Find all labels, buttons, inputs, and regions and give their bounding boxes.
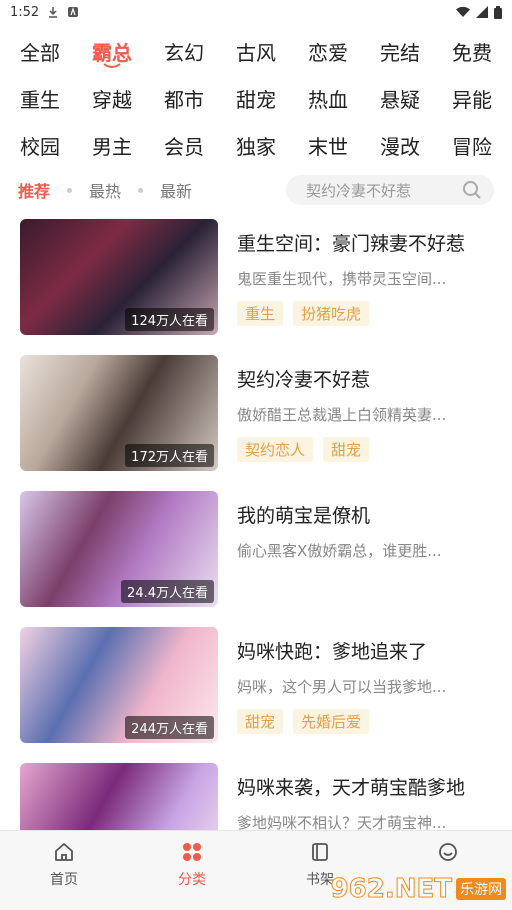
comic-tag: 契约恋人 [237,437,314,462]
status-bar: 1:52 [0,0,512,24]
view-count-badge: 244万人在看 [125,716,214,739]
comic-card[interactable]: 124万人在看 重生空间：豪门辣妻不好惹 鬼医重生现代，携带灵玉空间... 重生… [0,219,512,355]
comic-description: 傲娇醋王总裁遇上白领精英妻... [237,406,447,424]
category-item[interactable]: 热血 [292,75,364,122]
comic-title[interactable]: 妈咪来袭，天才萌宝酷爹地 [237,773,492,800]
tab-category-label: 分类 [178,871,206,888]
tab-category[interactable]: 分类 [128,831,256,910]
watermark-text: 乐游网 [456,878,506,900]
watermark-logo: 962.NET 乐游网 [330,874,506,905]
comic-cover[interactable]: 24.4万人在看 [20,491,218,607]
sort-hot-tab[interactable]: 最热 [89,178,121,202]
comic-title[interactable]: 重生空间：豪门辣妻不好惹 [237,229,492,256]
comic-list: 124万人在看 重生空间：豪门辣妻不好惹 鬼医重生现代，携带灵玉空间... 重生… [0,219,512,899]
comic-tag: 重生 [237,301,284,326]
category-item[interactable]: 异能 [436,75,508,122]
category-item[interactable]: 末世 [292,122,364,169]
separator-dot [138,187,144,193]
sort-recommend-tab[interactable]: 推荐 [18,178,50,202]
comic-description: 鬼医重生现代，携带灵玉空间... [237,270,447,288]
comic-tag: 扮猪吃虎 [293,301,370,326]
category-item[interactable]: 免费 [436,28,508,75]
category-item[interactable]: 会员 [148,122,220,169]
book-icon [312,842,328,861]
signal-icon [476,6,488,18]
category-item[interactable]: 重生 [4,75,76,122]
comic-tag: 先婚后爱 [293,709,370,734]
comic-description: 妈咪，这个男人可以当我爹地... [237,678,447,696]
category-item[interactable]: 都市 [148,75,220,122]
category-item[interactable]: 全部 [4,28,76,75]
status-time: 1:52 [10,4,40,20]
smile-icon [439,842,457,861]
comic-tag: 甜宠 [323,437,370,462]
category-item[interactable]: 完结 [364,28,436,75]
app-notification-icon [67,6,79,18]
view-count-badge: 124万人在看 [125,308,214,331]
comic-title[interactable]: 妈咪快跑：爹地追来了 [237,637,492,664]
category-item[interactable]: 男主 [76,122,148,169]
category-item[interactable]: 悬疑 [364,75,436,122]
comic-tag: 甜宠 [237,709,284,734]
separator-dot [67,187,73,193]
comic-cover[interactable]: 172万人在看 [20,355,218,471]
comic-card[interactable]: 172万人在看 契约冷妻不好惹 傲娇醋王总裁遇上白领精英妻... 契约恋人 甜宠 [0,355,512,491]
tab-home-label: 首页 [50,871,78,888]
wifi-icon [456,6,470,18]
comic-title[interactable]: 我的萌宝是僚机 [237,501,492,528]
watermark-number: 962.NET [330,874,452,905]
category-item[interactable]: 穿越 [76,75,148,122]
home-icon [55,842,73,861]
comic-card[interactable]: 244万人在看 妈咪快跑：爹地追来了 妈咪，这个男人可以当我爹地... 甜宠 先… [0,627,512,763]
comic-description: 偷心黑客X傲娇霸总，谁更胜... [237,542,442,560]
category-item[interactable]: 甜宠 [220,75,292,122]
category-item[interactable]: 独家 [220,122,292,169]
active-underline-icon [103,63,121,68]
search-input[interactable]: 契约冷妻不好惹 [286,175,494,205]
comic-cover[interactable]: 244万人在看 [20,627,218,743]
category-item[interactable]: 漫改 [364,122,436,169]
view-count-badge: 172万人在看 [125,444,214,467]
battery-icon [494,5,502,19]
category-item[interactable]: 冒险 [436,122,508,169]
category-grid: 全部 霸总 玄幻 古风 恋爱 完结 免费 重生 穿越 都市 甜宠 热血 悬疑 异… [0,28,512,169]
grid-icon [183,842,201,861]
category-item[interactable]: 玄幻 [148,28,220,75]
download-icon [47,6,59,18]
category-item-active[interactable]: 霸总 [76,28,148,75]
search-placeholder: 契约冷妻不好惹 [306,181,412,200]
sort-newest-tab[interactable]: 最新 [160,178,192,202]
comic-cover[interactable]: 124万人在看 [20,219,218,335]
search-icon[interactable] [462,180,482,200]
category-item[interactable]: 校园 [4,122,76,169]
category-item[interactable]: 恋爱 [292,28,364,75]
comic-title[interactable]: 契约冷妻不好惹 [237,365,492,392]
sort-bar: 推荐 最热 最新 契约冷妻不好惹 [0,173,512,207]
comic-card[interactable]: 24.4万人在看 我的萌宝是僚机 偷心黑客X傲娇霸总，谁更胜... [0,491,512,627]
tab-home[interactable]: 首页 [0,831,128,910]
category-item[interactable]: 古风 [220,28,292,75]
view-count-badge: 24.4万人在看 [121,580,214,603]
